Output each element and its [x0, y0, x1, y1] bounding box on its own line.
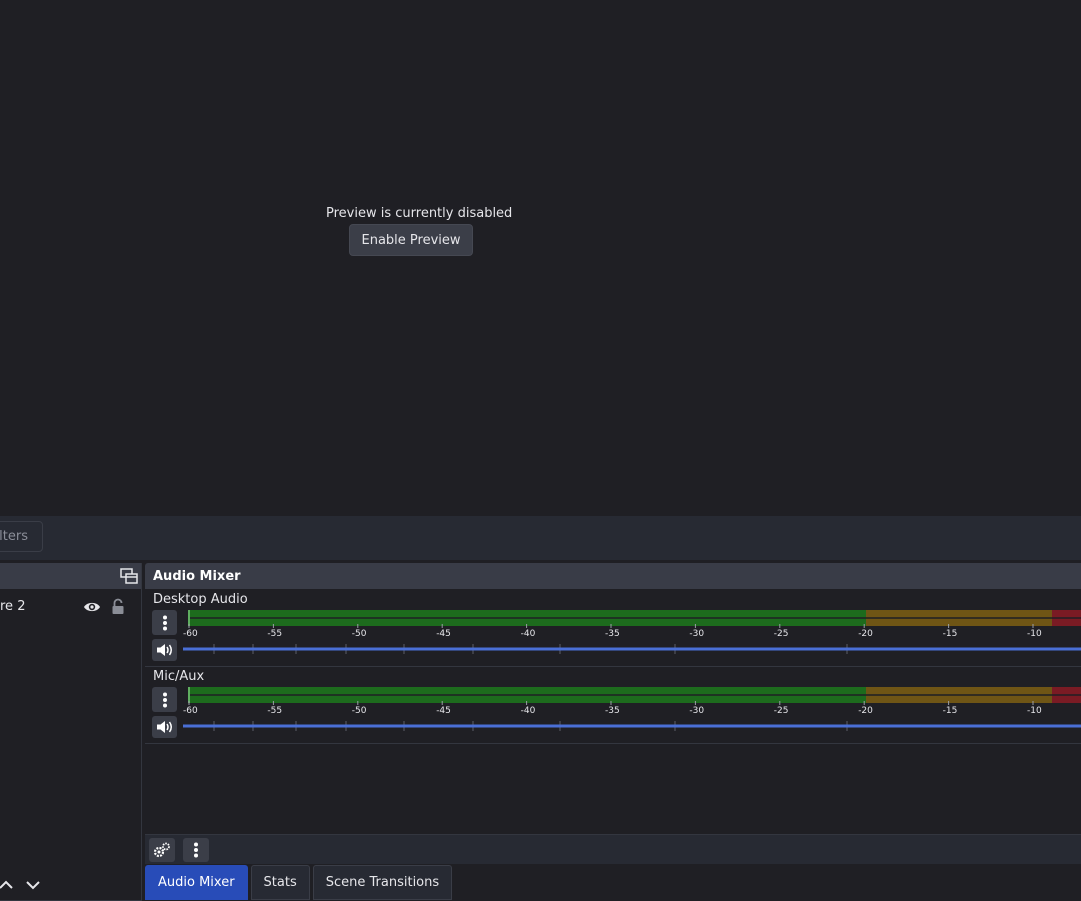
audio-mixer-header: Audio Mixer	[145, 563, 1081, 589]
scale-tick-label: -45	[436, 706, 451, 715]
scale-tick-label: -50	[352, 706, 367, 715]
source-item-label: re 2	[0, 599, 26, 614]
speaker-icon	[156, 721, 172, 733]
scale-tick-label: -20	[858, 706, 873, 715]
meter-scale: -60 -55 -50 -45 -40 -35 -30 -25 -20 -15 -10	[183, 624, 1042, 638]
volume-slider[interactable]	[183, 642, 1081, 656]
chevron-up-icon[interactable]	[0, 879, 13, 894]
audio-mixer-title: Audio Mixer	[153, 569, 241, 584]
preview-area: Preview is currently disabled Enable Pre…	[0, 0, 1081, 516]
chevron-down-icon[interactable]	[26, 879, 40, 894]
scale-tick-label: -50	[352, 629, 367, 638]
scale-tick-label: -15	[943, 629, 958, 638]
scale-tick-label: -60	[183, 629, 198, 638]
scale-tick-label: -40	[521, 629, 536, 638]
volume-slider[interactable]	[183, 719, 1081, 733]
gear-icon	[153, 842, 170, 858]
scale-tick-label: -20	[858, 629, 873, 638]
preview-disabled-message: Preview is currently disabled	[326, 206, 513, 221]
scale-tick-label: -25	[774, 629, 789, 638]
context-bar	[0, 516, 1081, 560]
undock-icon[interactable]	[120, 568, 138, 588]
audio-mixer-dock: Audio Mixer Desktop Audio -60 -55 -50 -45 -4…	[145, 563, 1081, 864]
scale-tick-label: -40	[521, 706, 536, 715]
filters-button[interactable]: ilters	[0, 521, 43, 552]
channel-menu-button[interactable]	[152, 610, 177, 635]
scale-tick-label: -55	[267, 629, 282, 638]
source-item[interactable]: re 2	[0, 597, 142, 617]
advanced-audio-properties-button[interactable]	[149, 838, 175, 862]
kebab-menu-icon	[194, 842, 198, 858]
enable-preview-button[interactable]: Enable Preview	[349, 224, 473, 256]
mute-button[interactable]	[152, 716, 177, 738]
scale-tick-label: -30	[689, 706, 704, 715]
tab-scene-transitions[interactable]: Scene Transitions	[312, 865, 453, 900]
visibility-eye-icon[interactable]	[83, 600, 101, 618]
scale-tick-label: -15	[943, 706, 958, 715]
scale-tick-label: -10	[1027, 706, 1042, 715]
scale-tick-label: -35	[605, 629, 620, 638]
audio-mixer-toolbar	[145, 834, 1081, 864]
scale-tick-label: -55	[267, 706, 282, 715]
tab-stats[interactable]: Stats	[250, 865, 310, 900]
channel-menu-button[interactable]	[152, 687, 177, 712]
speaker-icon	[156, 644, 172, 656]
scale-tick-label: -10	[1027, 629, 1042, 638]
sources-dock-header	[0, 563, 141, 589]
tab-audio-mixer[interactable]: Audio Mixer	[145, 865, 248, 900]
mute-button[interactable]	[152, 639, 177, 661]
mixer-channel-desktop-audio: Desktop Audio -60 -55 -50 -45 -40 -35 -30 -25 -2…	[145, 590, 1081, 667]
scale-tick-label: -60	[183, 706, 198, 715]
channel-name: Desktop Audio	[153, 592, 248, 607]
mixer-channel-mic-aux: Mic/Aux -60 -55 -50 -45 -40 -35 -30 -25 -20 -15 -1…	[145, 667, 1081, 744]
scale-tick-label: -35	[605, 706, 620, 715]
mixer-menu-button[interactable]	[183, 838, 209, 862]
scale-tick-label: -25	[774, 706, 789, 715]
scale-tick-label: -30	[689, 629, 704, 638]
sources-dock: re 2	[0, 563, 142, 901]
lock-icon[interactable]	[111, 598, 125, 619]
scale-tick-label: -45	[436, 629, 451, 638]
meter-scale: -60 -55 -50 -45 -40 -35 -30 -25 -20 -15 -10	[183, 701, 1042, 715]
channel-name: Mic/Aux	[153, 669, 205, 684]
dock-tabs: Audio Mixer Stats Scene Transitions	[145, 865, 453, 901]
